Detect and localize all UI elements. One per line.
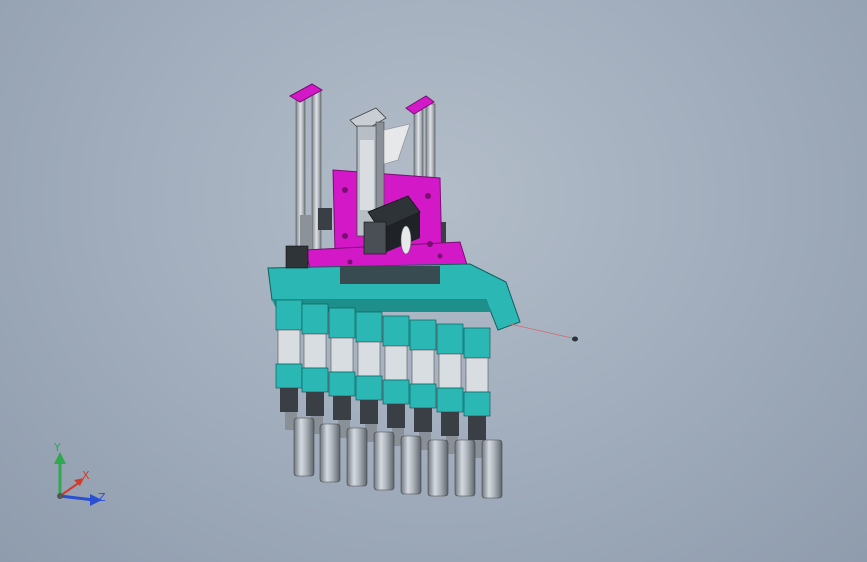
coordinate-triad: Y X Z (40, 438, 120, 518)
gripper-module-6 (409, 319, 437, 450)
gripper-module-2 (301, 303, 329, 434)
axis-z-label: Z (98, 491, 106, 504)
gripper-module-5 (382, 315, 410, 446)
3d-graphics-viewport[interactable]: Y X Z (0, 0, 867, 562)
cad-model[interactable] (0, 0, 867, 562)
sensor-beam (509, 323, 578, 342)
triad-axes (54, 452, 102, 506)
gripper-module-7 (436, 323, 464, 454)
guide-rod-left (288, 83, 332, 256)
cylinder-5 (400, 435, 422, 495)
cylinder-7 (454, 439, 476, 497)
gripper-module-4 (355, 311, 383, 442)
gripper-module-1 (275, 299, 303, 430)
axis-x-label: X (82, 469, 90, 482)
axis-y-label: Y (54, 441, 61, 454)
gripper-module-3 (328, 307, 356, 438)
cylinder-8 (481, 439, 503, 499)
cylinder-2 (319, 423, 341, 483)
gripper-module-8 (463, 327, 491, 458)
cylinder-3 (346, 427, 368, 487)
cylinder-1 (293, 417, 315, 477)
cylinder-6 (427, 439, 449, 497)
cylinder-4 (373, 431, 395, 491)
